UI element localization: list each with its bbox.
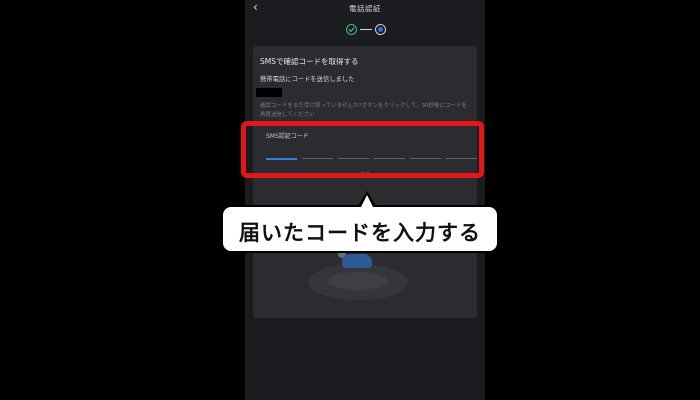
- step-current: [375, 24, 386, 35]
- verification-illustration: [308, 246, 420, 306]
- instruction-callout: 届いたコードを入力する: [221, 205, 499, 253]
- step-connector: [360, 29, 372, 31]
- page-title: 電話認証: [349, 4, 381, 13]
- code-sent-message: 携帯電話にコードを送信しました: [260, 76, 355, 83]
- callout-text: 届いたコードを入力する: [239, 221, 481, 245]
- sms-verification-card: SMSで確認コードを取得する 携帯電話にコードを送信しました 確認コードをまだ受…: [253, 46, 477, 318]
- input-highlight-box: [241, 121, 484, 178]
- callout-tail-fill: [361, 195, 373, 207]
- check-icon: [348, 27, 355, 32]
- redacted-phone-number: [256, 88, 282, 97]
- card-title: SMSで確認コードを取得する: [260, 57, 359, 66]
- illustration-platform-inner: [328, 272, 388, 290]
- app-header: ‹ 電話認証: [245, 0, 485, 18]
- step-indicator: [346, 24, 386, 35]
- illustration-figure: [342, 254, 372, 268]
- step-completed: [346, 24, 357, 35]
- resend-hint-text: 確認コードをまだ受け取っていませんか?ボタンをクリックして、30秒後にコードを再…: [260, 103, 468, 118]
